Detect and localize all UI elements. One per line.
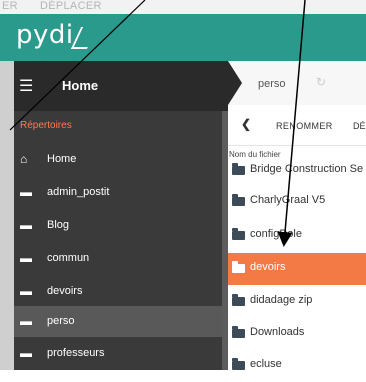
folder-icon: ▬ [20, 185, 32, 199]
file-name: configDole [250, 228, 302, 240]
file-row[interactable]: configDole [228, 220, 366, 252]
left-edge-panel [0, 61, 14, 370]
sidebar-item-professeurs[interactable]: ▬ professeurs [14, 338, 222, 369]
folder-icon [232, 261, 245, 273]
file-name: devoirs [250, 261, 286, 273]
folder-icon [232, 228, 245, 240]
top-action-strip: ER DÉPLACER [0, 0, 366, 14]
sidebar-item-label: Home [47, 153, 77, 165]
file-name: Bridge Construction Se [250, 163, 364, 175]
file-name: ecluse [250, 358, 282, 370]
app-logo: pydi [16, 20, 74, 50]
file-row[interactable]: ecluse [228, 350, 366, 382]
folder-icon [232, 326, 245, 338]
sidebar-item-label: Blog [47, 219, 70, 231]
file-name: CharlyGraal V5 [250, 194, 326, 206]
folder-icon: ▬ [20, 346, 32, 360]
file-row[interactable]: didadage zip [228, 286, 366, 318]
back-button[interactable]: ❮ [241, 117, 251, 131]
top-action-left[interactable]: ER [2, 0, 18, 12]
folder-icon [232, 294, 245, 306]
folder-icon: ▬ [20, 218, 32, 232]
folder-icon: ▬ [20, 251, 32, 265]
sidebar-item-blog[interactable]: ▬ Blog [14, 210, 222, 241]
file-row[interactable]: Downloads [228, 318, 366, 350]
hamburger-icon[interactable]: ☰ [19, 76, 33, 96]
sidebar-item-admin-postit[interactable]: ▬ admin_postit [14, 177, 222, 208]
sidebar-item-commun[interactable]: ▬ commun [14, 243, 222, 274]
breadcrumb-item-perso[interactable]: perso [258, 78, 286, 90]
page-title: Home [62, 78, 99, 93]
sidebar-item-label: devoirs [47, 285, 83, 297]
more-action-button[interactable]: DÉ [353, 121, 366, 131]
breadcrumb [228, 61, 366, 105]
sidebar-header: ☰ Home [14, 61, 228, 111]
sidebar-item-home[interactable]: ⌂ Home [14, 144, 222, 175]
folder-icon: ▬ [20, 284, 32, 298]
file-name: Downloads [250, 326, 305, 338]
refresh-icon[interactable]: ↻ [316, 75, 326, 89]
folder-icon [232, 358, 245, 370]
folder-icon: ▬ [20, 314, 32, 328]
sidebar-item-label: professeurs [47, 347, 105, 359]
sidebar-item-label: commun [47, 252, 90, 264]
sidebar-item-perso[interactable]: ▬ perso [14, 306, 222, 337]
sidebar-item-label: admin_postit [47, 186, 110, 198]
sidebar-item-devoirs[interactable]: ▬ devoirs [14, 276, 222, 307]
folder-icon [232, 194, 245, 206]
top-action-move[interactable]: DÉPLACER [40, 0, 102, 12]
file-row[interactable]: CharlyGraal V5 [228, 186, 366, 218]
sidebar-section-title: Répertoires [20, 120, 72, 131]
file-row[interactable]: Bridge Construction Se [228, 155, 366, 187]
sidebar: ☰ Home Répertoires ⌂ Home ▬ admin_postit… [14, 61, 228, 370]
home-icon: ⌂ [20, 152, 28, 166]
sidebar-item-label: perso [47, 315, 75, 327]
file-name: didadage zip [250, 294, 313, 306]
breadcrumb-arrow [228, 61, 242, 105]
folder-icon [232, 163, 245, 175]
file-row-selected[interactable]: devoirs [228, 253, 366, 285]
rename-button[interactable]: RENOMMER [276, 121, 333, 131]
